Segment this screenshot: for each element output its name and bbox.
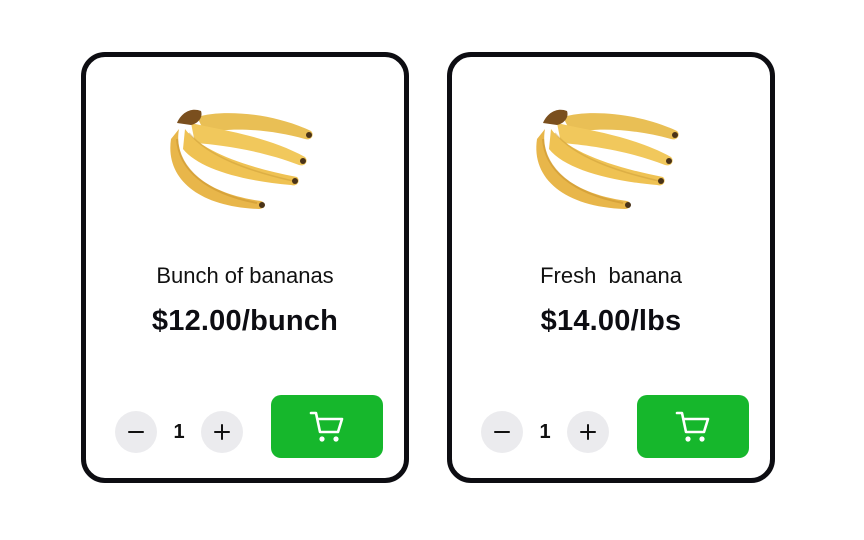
quantity-stepper: 1 [481, 411, 609, 453]
banana-bunch-image [170, 109, 313, 209]
shopping-cart-icon [675, 411, 710, 442]
increment-button[interactable] [567, 411, 609, 453]
minus-icon [128, 431, 144, 433]
add-to-cart-button[interactable] [271, 395, 383, 458]
product-name: Fresh banana [540, 263, 682, 288]
product-card: Fresh banana $14.00/lbs 1 [447, 52, 775, 483]
product-price: $14.00/lbs [540, 305, 682, 337]
plus-icon [580, 424, 596, 440]
decrement-button[interactable] [115, 411, 157, 453]
minus-icon [494, 431, 510, 433]
quantity-stepper: 1 [115, 411, 243, 453]
plus-icon [214, 424, 230, 440]
product-grid: Bunch of bananas $12.00/bunch 1 Fresh ba… [0, 0, 864, 540]
product-image [452, 99, 770, 215]
product-image [86, 99, 404, 215]
quantity-value: 1 [173, 420, 185, 443]
product-name: Bunch of bananas [156, 263, 334, 288]
increment-button[interactable] [201, 411, 243, 453]
shopping-cart-icon [309, 411, 344, 442]
decrement-button[interactable] [481, 411, 523, 453]
quantity-value: 1 [539, 420, 551, 443]
add-to-cart-button[interactable] [637, 395, 749, 458]
banana-bunch-image [536, 109, 679, 209]
product-card: Bunch of bananas $12.00/bunch 1 [81, 52, 409, 483]
product-price: $12.00/bunch [151, 305, 339, 337]
